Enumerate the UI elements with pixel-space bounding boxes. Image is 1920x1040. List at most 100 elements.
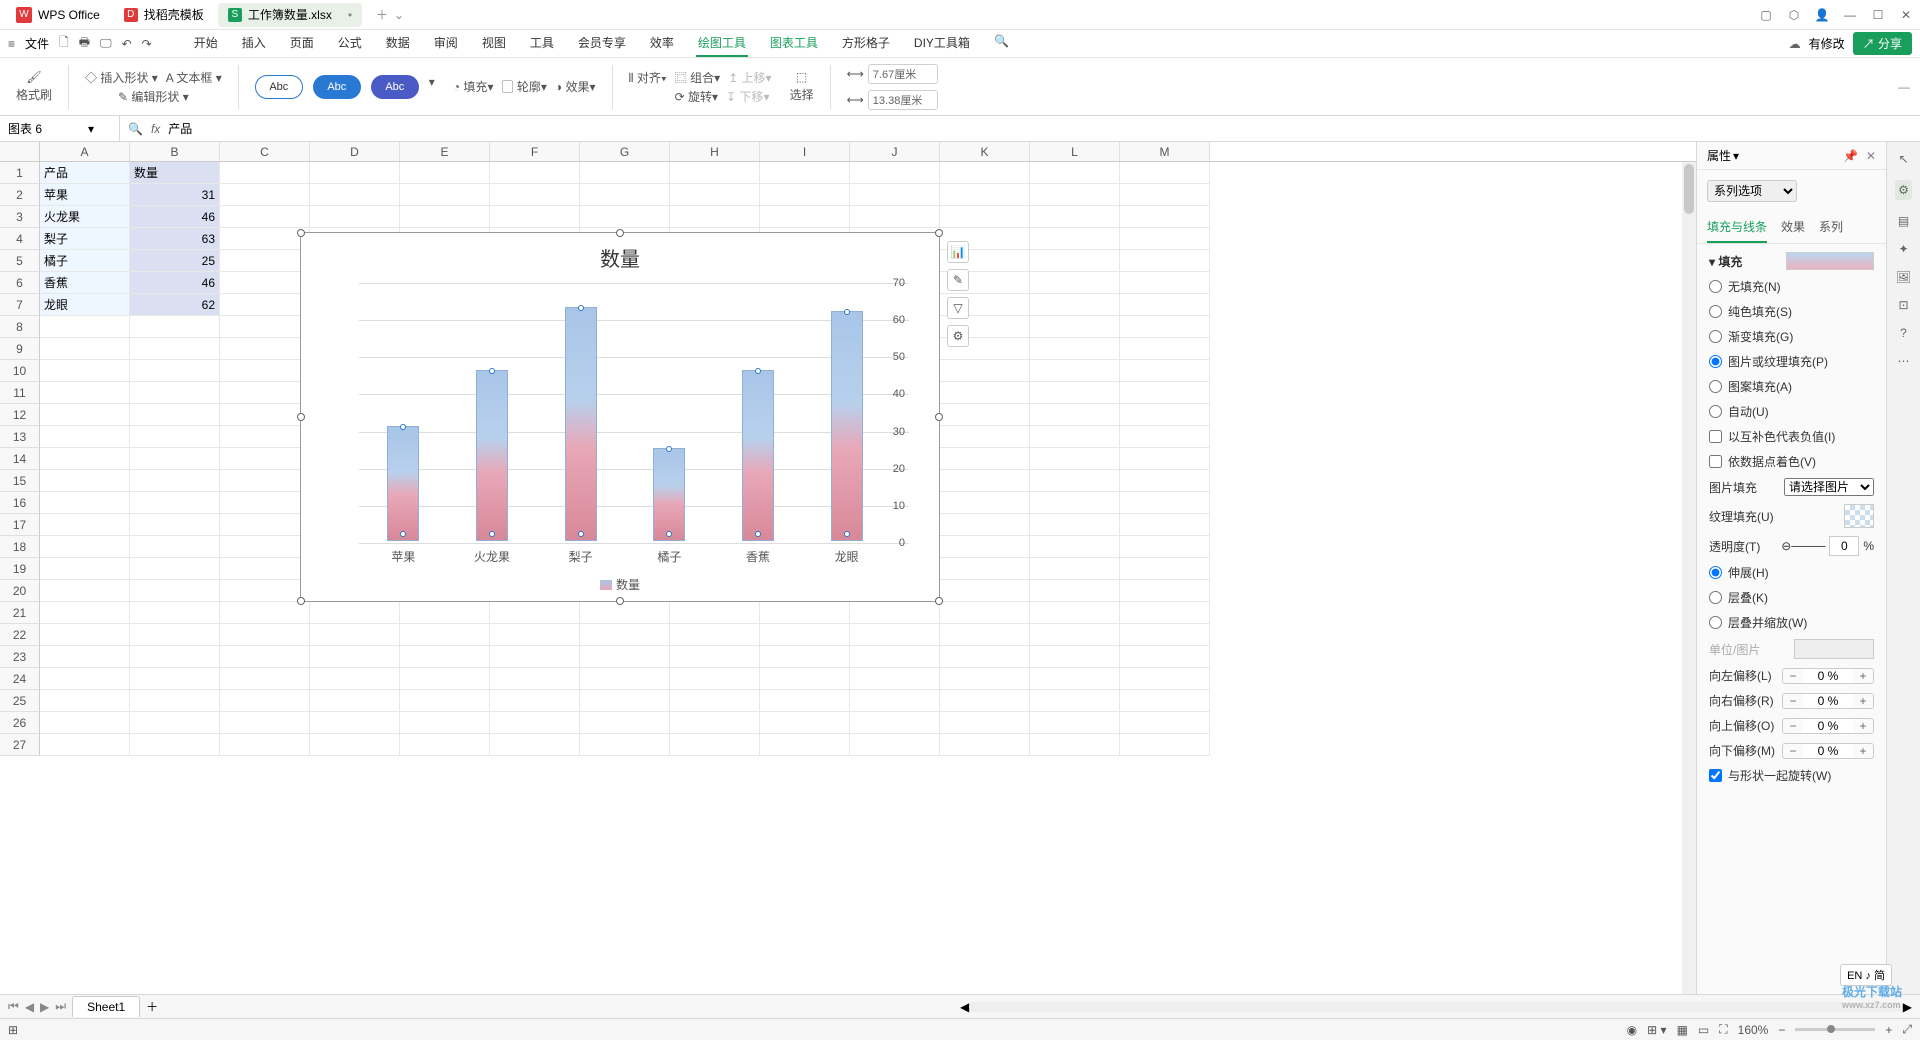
cell[interactable] bbox=[220, 316, 310, 338]
cell[interactable]: 梨子 bbox=[40, 228, 130, 250]
cell[interactable] bbox=[1030, 360, 1120, 382]
pic-select[interactable]: 请选择图片 bbox=[1784, 478, 1874, 496]
cell[interactable] bbox=[850, 668, 940, 690]
cell[interactable] bbox=[1120, 294, 1210, 316]
formula-content[interactable]: 产品 bbox=[168, 120, 192, 137]
row-header[interactable]: 4 bbox=[0, 228, 40, 250]
cell[interactable] bbox=[130, 536, 220, 558]
row-header[interactable]: 16 bbox=[0, 492, 40, 514]
tab-view[interactable]: 视图 bbox=[480, 30, 508, 57]
close-icon[interactable]: ✕ bbox=[1898, 8, 1914, 22]
fill-stack-scale[interactable]: 层叠并缩放(W) bbox=[1709, 614, 1874, 631]
cell[interactable] bbox=[130, 602, 220, 624]
cell[interactable] bbox=[580, 646, 670, 668]
tab-drawing[interactable]: 绘图工具 bbox=[696, 30, 748, 57]
view-grid-icon[interactable]: ⊞ ▾ bbox=[1647, 1023, 1666, 1037]
cell[interactable] bbox=[220, 272, 310, 294]
cell[interactable] bbox=[130, 690, 220, 712]
cell[interactable] bbox=[220, 360, 310, 382]
status-icon[interactable]: ⊞ bbox=[8, 1023, 18, 1037]
zoom-value[interactable]: 160% bbox=[1738, 1023, 1769, 1037]
format-painter-group[interactable]: 🖌 格式刷 bbox=[10, 70, 58, 103]
cell[interactable]: 苹果 bbox=[40, 184, 130, 206]
cell[interactable] bbox=[940, 712, 1030, 734]
fill-solid[interactable]: 纯色填充(S) bbox=[1709, 303, 1874, 320]
add-sheet-icon[interactable]: ＋ bbox=[146, 998, 158, 1015]
style-abc-1[interactable]: Abc bbox=[255, 75, 303, 99]
row-header[interactable]: 11 bbox=[0, 382, 40, 404]
tab-insert[interactable]: 插入 bbox=[240, 30, 268, 57]
height-input[interactable] bbox=[868, 90, 938, 110]
sheet-next-icon[interactable]: ▶ bbox=[40, 1000, 49, 1014]
cell[interactable] bbox=[1030, 382, 1120, 404]
cell[interactable] bbox=[760, 690, 850, 712]
cell[interactable] bbox=[1120, 580, 1210, 602]
cell[interactable] bbox=[1120, 514, 1210, 536]
fill-button[interactable]: ◔ 填充▾ bbox=[453, 78, 494, 95]
cell[interactable] bbox=[940, 624, 1030, 646]
cell[interactable] bbox=[1030, 316, 1120, 338]
row-header[interactable]: 14 bbox=[0, 448, 40, 470]
cell[interactable]: 25 bbox=[130, 250, 220, 272]
width-input[interactable] bbox=[868, 64, 938, 84]
cell[interactable]: 龙眼 bbox=[40, 294, 130, 316]
cell[interactable] bbox=[670, 712, 760, 734]
cell[interactable] bbox=[490, 690, 580, 712]
fill-auto[interactable]: 自动(U) bbox=[1709, 403, 1874, 420]
cell[interactable] bbox=[670, 184, 760, 206]
cell[interactable] bbox=[220, 492, 310, 514]
cell[interactable] bbox=[310, 712, 400, 734]
col-header[interactable]: J bbox=[850, 142, 940, 161]
cell[interactable] bbox=[850, 646, 940, 668]
cell[interactable]: 数量 bbox=[130, 162, 220, 184]
undo-icon[interactable]: ↶ bbox=[122, 37, 132, 51]
cell[interactable] bbox=[130, 668, 220, 690]
cell[interactable] bbox=[310, 734, 400, 756]
cell[interactable] bbox=[220, 250, 310, 272]
rail-help-icon[interactable]: ? bbox=[1900, 326, 1907, 340]
cell[interactable] bbox=[1120, 734, 1210, 756]
col-header[interactable]: D bbox=[310, 142, 400, 161]
cell[interactable] bbox=[940, 690, 1030, 712]
chart-legend[interactable]: 数量 bbox=[600, 576, 640, 593]
cell[interactable] bbox=[670, 734, 760, 756]
row-header[interactable]: 10 bbox=[0, 360, 40, 382]
cell[interactable] bbox=[1030, 404, 1120, 426]
cell[interactable] bbox=[670, 206, 760, 228]
cube-icon[interactable]: ⬡ bbox=[1786, 8, 1802, 22]
cell[interactable] bbox=[940, 536, 1030, 558]
insert-shape-button[interactable]: ◇ 插入形状 ▾ bbox=[85, 69, 158, 86]
cell[interactable] bbox=[490, 184, 580, 206]
cell[interactable]: 火龙果 bbox=[40, 206, 130, 228]
cell[interactable] bbox=[940, 360, 1030, 382]
rail-select-icon[interactable]: ↖ bbox=[1898, 152, 1908, 166]
cell[interactable]: 香蕉 bbox=[40, 272, 130, 294]
zoom-slider[interactable] bbox=[1795, 1028, 1875, 1031]
cell[interactable] bbox=[130, 734, 220, 756]
cell[interactable] bbox=[1030, 712, 1120, 734]
col-header[interactable]: H bbox=[670, 142, 760, 161]
cell[interactable] bbox=[940, 206, 1030, 228]
cell[interactable] bbox=[1030, 470, 1120, 492]
chart-bar[interactable] bbox=[387, 426, 419, 541]
cell[interactable] bbox=[40, 580, 130, 602]
cell[interactable]: 橘子 bbox=[40, 250, 130, 272]
transparency-input[interactable] bbox=[1829, 536, 1859, 556]
ime-indicator[interactable]: EN ♪ 简 bbox=[1840, 964, 1892, 986]
cell[interactable] bbox=[40, 404, 130, 426]
cell[interactable] bbox=[1120, 404, 1210, 426]
cell[interactable] bbox=[1030, 294, 1120, 316]
cell[interactable] bbox=[1120, 624, 1210, 646]
cell[interactable] bbox=[1030, 228, 1120, 250]
cell[interactable] bbox=[580, 206, 670, 228]
collapse-ribbon-icon[interactable]: — bbox=[1898, 80, 1910, 94]
cell[interactable] bbox=[580, 712, 670, 734]
row-header[interactable]: 12 bbox=[0, 404, 40, 426]
cell[interactable] bbox=[1030, 668, 1120, 690]
cell[interactable] bbox=[940, 734, 1030, 756]
pin-icon[interactable]: 📌 bbox=[1843, 149, 1858, 163]
cell[interactable] bbox=[580, 162, 670, 184]
name-box-input[interactable] bbox=[8, 122, 88, 136]
cell[interactable] bbox=[580, 184, 670, 206]
minimize-icon[interactable]: — bbox=[1842, 8, 1858, 22]
